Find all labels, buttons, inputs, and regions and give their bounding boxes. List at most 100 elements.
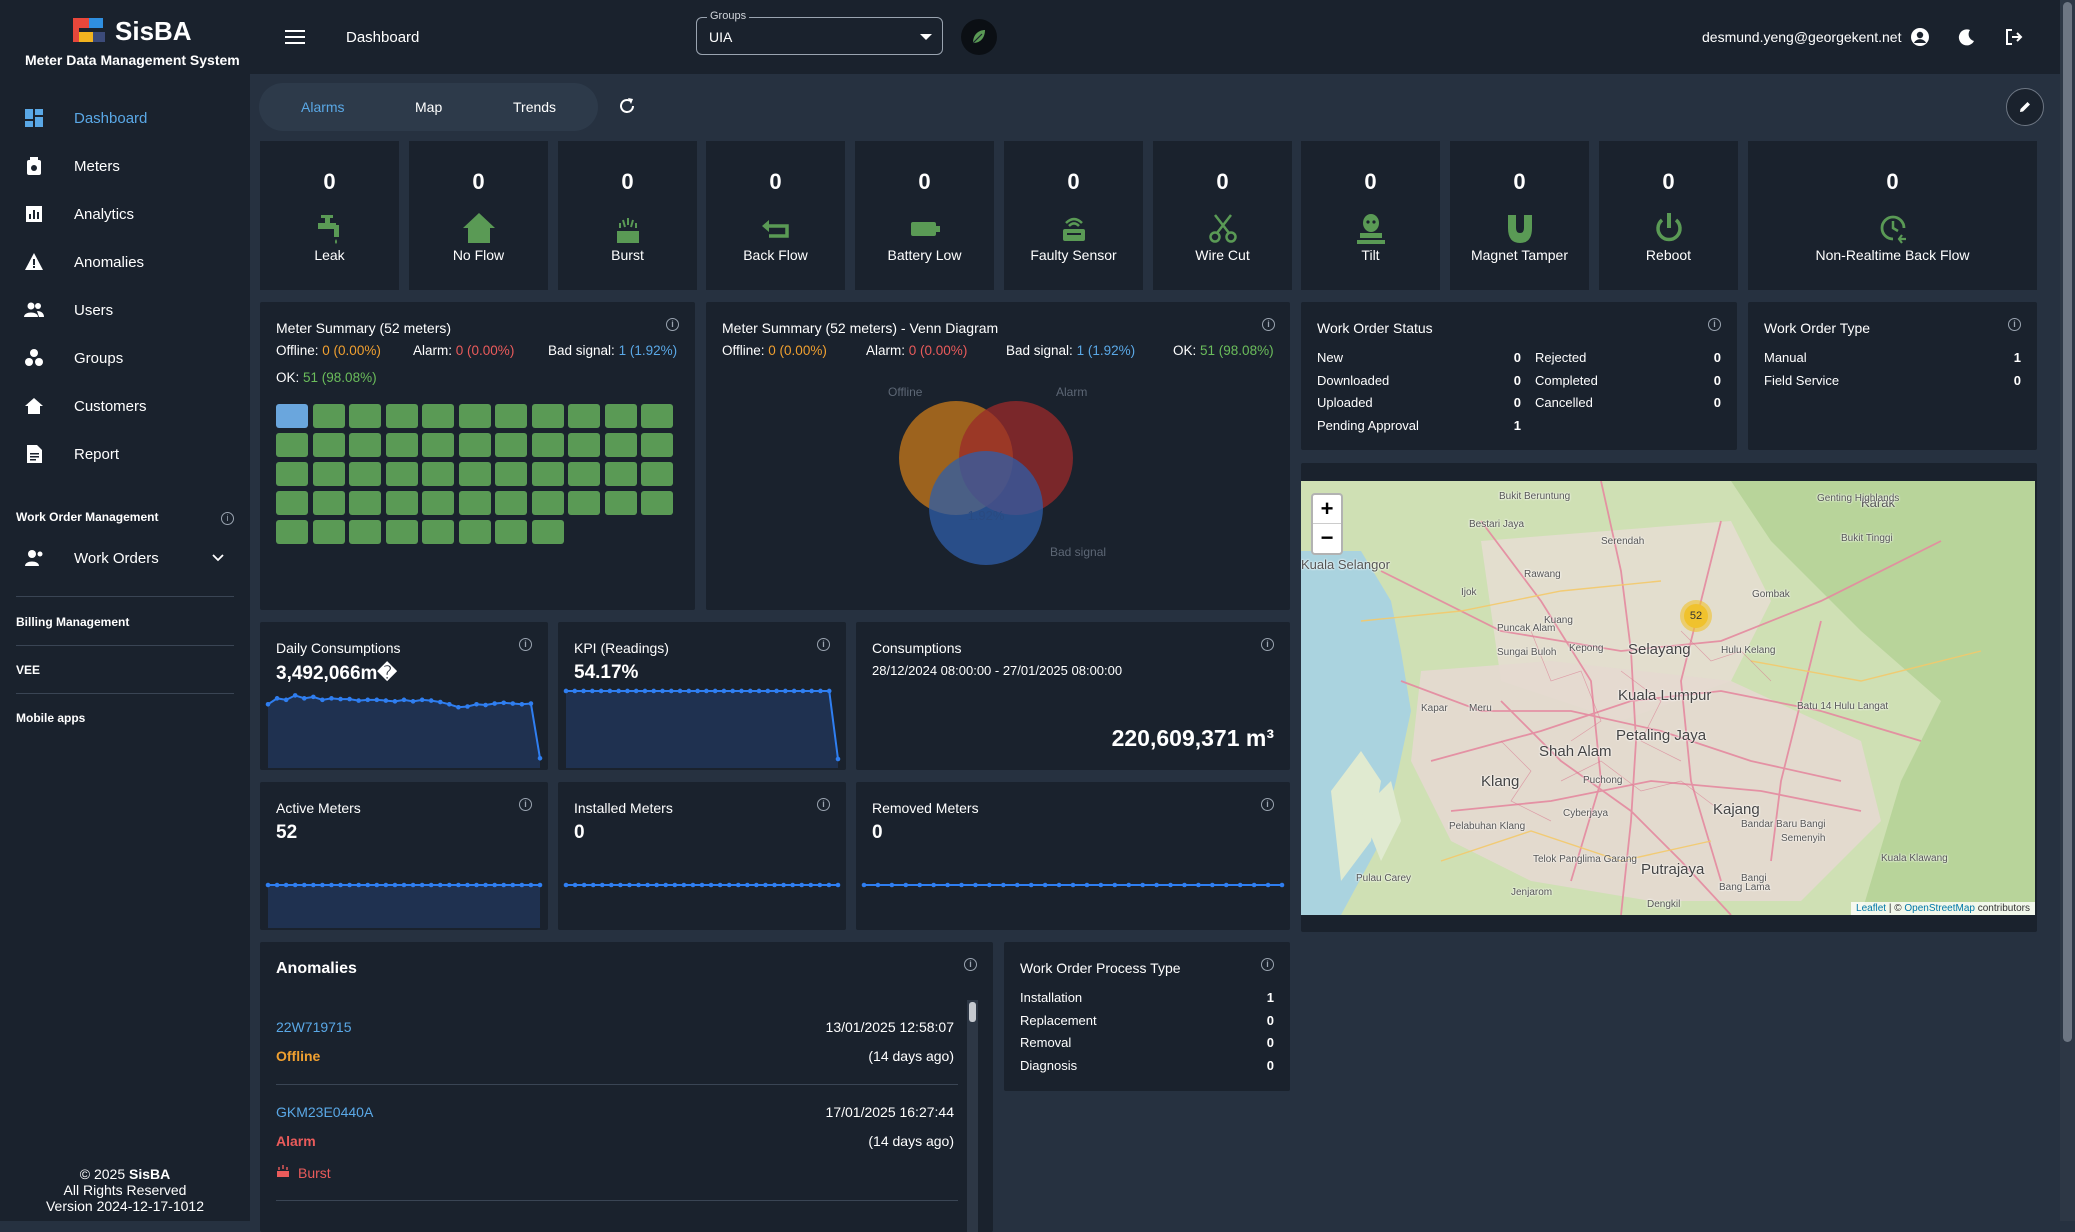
sparkline-point[interactable] <box>572 688 578 694</box>
sparkline-point[interactable] <box>356 882 361 888</box>
info-icon[interactable]: i <box>1261 958 1274 971</box>
osm-link[interactable]: OpenStreetMap <box>1904 903 1975 914</box>
info-icon[interactable]: i <box>666 318 679 331</box>
meter-tile[interactable] <box>276 520 308 544</box>
meter-tile[interactable] <box>495 404 527 428</box>
sparkline-point[interactable] <box>483 702 488 708</box>
sparkline-point[interactable] <box>747 688 753 694</box>
sparkline-point[interactable] <box>419 882 425 888</box>
sparkline-point[interactable] <box>686 688 692 694</box>
sparkline-point[interactable] <box>283 697 289 703</box>
sparkline-point[interactable] <box>329 696 334 701</box>
sparkline-point[interactable] <box>598 688 604 694</box>
sparkline-point[interactable] <box>808 882 814 888</box>
sparkline-point[interactable] <box>931 882 936 888</box>
sparkline-point[interactable] <box>265 882 271 888</box>
zoom-in-button[interactable]: + <box>1313 495 1341 524</box>
sparkline-point[interactable] <box>817 882 823 888</box>
info-icon[interactable]: i <box>2008 318 2021 331</box>
sparkline-point[interactable] <box>1001 882 1006 888</box>
sparkline-point[interactable] <box>292 693 298 698</box>
sparkline-point[interactable] <box>292 882 298 888</box>
sparkline-point[interactable] <box>818 688 823 694</box>
sparkline-point[interactable] <box>374 882 380 888</box>
sparkline-point[interactable] <box>501 700 507 706</box>
sparkline-point[interactable] <box>1140 882 1145 888</box>
sparkline-point[interactable] <box>1070 882 1076 888</box>
sparkline-point[interactable] <box>447 701 452 707</box>
meter-tile[interactable] <box>531 433 564 457</box>
alarm-card-no-flow[interactable]: 0 No Flow <box>409 141 548 290</box>
sparkline-point[interactable] <box>347 882 352 888</box>
meter-tile[interactable] <box>422 433 454 457</box>
anomaly-meter-id[interactable]: GKM23E0440A <box>276 1104 373 1120</box>
sparkline-point[interactable] <box>519 701 525 707</box>
meter-tile[interactable] <box>349 433 381 457</box>
sparkline-point[interactable] <box>428 882 434 888</box>
info-icon[interactable]: i <box>519 638 532 651</box>
sparkline-point[interactable] <box>510 882 516 888</box>
sparkline-point[interactable] <box>756 688 762 694</box>
sparkline-point[interactable] <box>329 882 334 888</box>
groups-select[interactable]: Groups UIA <box>696 10 943 55</box>
sparkline-point[interactable] <box>754 882 759 888</box>
sparkline-point[interactable] <box>745 882 750 888</box>
sparkline-point[interactable] <box>616 688 621 694</box>
tab-map[interactable]: Map <box>415 99 442 115</box>
sparkline-point[interactable] <box>695 688 700 694</box>
sparkline-point[interactable] <box>672 882 678 888</box>
sparkline-point[interactable] <box>781 882 786 888</box>
sparkline-point[interactable] <box>428 698 434 703</box>
menu-icon[interactable] <box>285 29 305 45</box>
meter-tile[interactable] <box>385 462 418 486</box>
anomaly-meter-id[interactable]: 22W719715 <box>276 1019 352 1035</box>
sparkline-point[interactable] <box>338 696 343 702</box>
meter-tile[interactable] <box>349 491 381 515</box>
sparkline-point[interactable] <box>645 882 650 888</box>
meter-tile[interactable] <box>568 462 600 486</box>
alarm-card-reboot[interactable]: 0 Reboot <box>1599 141 1738 290</box>
sparkline-point[interactable] <box>465 704 470 709</box>
meter-tile[interactable] <box>385 433 418 457</box>
sparkline-point[interactable] <box>1042 882 1048 888</box>
sparkline-point[interactable] <box>492 701 497 706</box>
meter-tile[interactable] <box>385 404 418 428</box>
sparkline-point[interactable] <box>625 688 630 694</box>
sidebar-item-customers[interactable]: Customers <box>0 384 250 428</box>
meter-tile[interactable] <box>531 520 564 544</box>
meter-tile[interactable] <box>604 491 637 515</box>
sparkline-point[interactable] <box>642 688 648 694</box>
sparkline-point[interactable] <box>721 688 727 694</box>
meter-tile[interactable] <box>349 462 381 486</box>
sparkline-point[interactable] <box>320 697 325 703</box>
sidebar-item-anomalies[interactable]: Anomalies <box>0 240 250 284</box>
sparkline-point[interactable] <box>301 696 307 701</box>
meter-tile[interactable] <box>495 520 527 544</box>
sparkline-point[interactable] <box>356 698 361 703</box>
sparkline-point[interactable] <box>763 882 768 888</box>
sparkline-point[interactable] <box>765 688 771 694</box>
sparkline-point[interactable] <box>826 688 832 694</box>
sparkline-point[interactable] <box>708 882 714 888</box>
info-icon[interactable]: i <box>817 638 830 651</box>
sparkline-point[interactable] <box>1056 882 1062 888</box>
sparkline-point[interactable] <box>690 882 696 888</box>
sparkline-point[interactable] <box>875 882 881 888</box>
sparkline-point[interactable] <box>730 688 736 694</box>
meter-tile[interactable] <box>531 491 564 515</box>
meter-tile[interactable] <box>495 462 527 486</box>
sidebar-item-dashboard[interactable]: Dashboard <box>0 96 250 140</box>
sparkline-point[interactable] <box>1126 882 1132 888</box>
info-icon[interactable]: i <box>817 798 830 811</box>
tab-trends[interactable]: Trends <box>513 99 556 115</box>
sparkline-point[interactable] <box>809 688 814 694</box>
meter-tile[interactable] <box>458 520 491 544</box>
sidebar-item-work-orders[interactable]: Work Orders <box>0 536 250 580</box>
sparkline-point[interactable] <box>501 882 507 888</box>
sparkline-point[interactable] <box>677 688 683 694</box>
breadcrumb[interactable]: Dashboard <box>346 29 419 46</box>
meter-tile[interactable] <box>458 433 491 457</box>
sparkline-point[interactable] <box>572 882 578 888</box>
meter-tile[interactable] <box>604 404 637 428</box>
sparkline-point[interactable] <box>959 882 964 888</box>
